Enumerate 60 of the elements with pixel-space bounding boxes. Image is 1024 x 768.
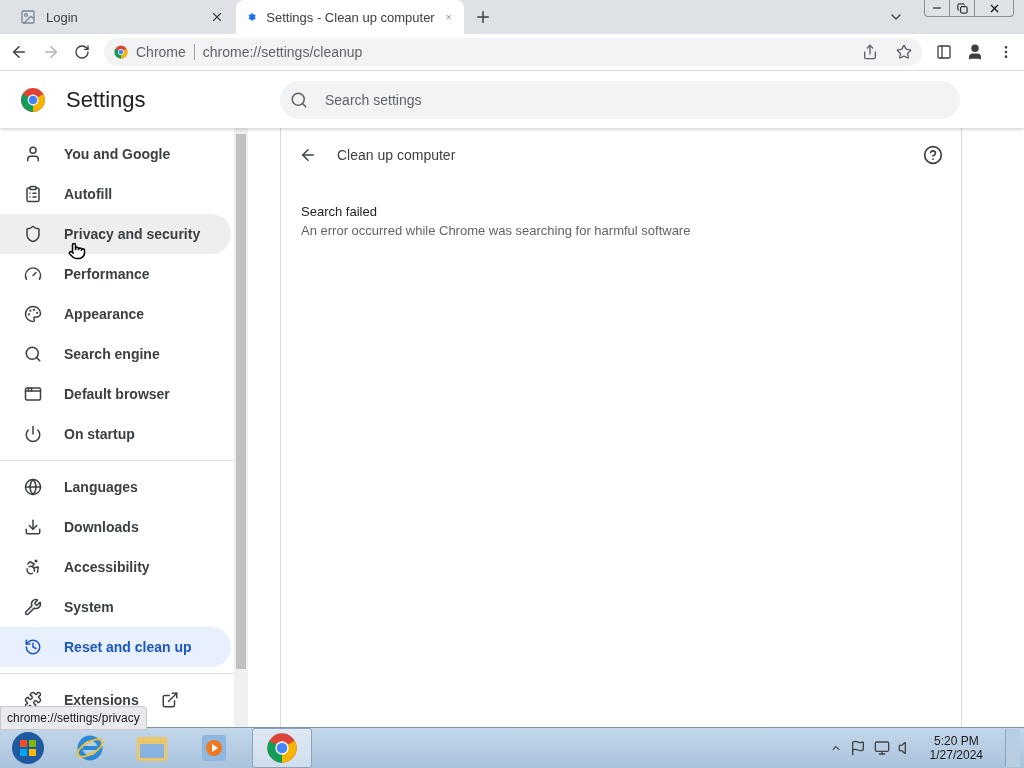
search-icon (24, 345, 42, 363)
close-icon[interactable] (210, 10, 224, 24)
globe-icon (24, 478, 42, 496)
sidebar-item[interactable]: Autofill (0, 174, 231, 214)
history-icon (24, 638, 42, 656)
status-tooltip: chrome://settings/privacy (0, 706, 147, 730)
palette-icon (24, 305, 42, 323)
browser-tab[interactable]: Settings - Clean up computer (236, 0, 464, 34)
sidebar-item[interactable]: On startup (0, 414, 231, 454)
sidebar-item[interactable]: Appearance (0, 294, 231, 334)
chrome-taskbar-button[interactable] (252, 728, 312, 768)
url-text: chrome://settings/cleanup (202, 44, 363, 60)
sidebar-item[interactable]: You and Google (0, 134, 231, 174)
gauge-icon (24, 265, 42, 283)
chrome-logo-icon (20, 86, 46, 113)
search-icon (290, 90, 308, 109)
wrench-icon (24, 598, 42, 616)
shield-icon (24, 225, 42, 243)
restore-icon (956, 2, 968, 14)
settings-title: Settings (66, 86, 147, 113)
sidebar-item[interactable]: Downloads (0, 507, 231, 547)
sidebar-item[interactable]: Languages (0, 467, 231, 507)
status-message: An error occurred while Chrome was searching for harmful software (301, 223, 692, 238)
clipboard-icon (24, 185, 42, 203)
scrollbar[interactable] (234, 128, 248, 727)
download-icon (24, 518, 42, 536)
page-icon (20, 9, 36, 25)
star-icon[interactable] (896, 44, 912, 60)
new-tab-icon[interactable] (474, 8, 492, 26)
sidebar-item[interactable]: Accessibility (0, 547, 231, 587)
window-icon (24, 385, 42, 403)
sidebar-item[interactable]: Performance (0, 254, 231, 294)
sidebar-item[interactable]: Search engine (0, 334, 231, 374)
page-title: Clean up computer (337, 147, 457, 163)
external-link-icon (160, 691, 179, 709)
back-icon[interactable] (299, 146, 317, 164)
site-label: Chrome (136, 44, 186, 60)
sidebar-item[interactable]: Default browser (0, 374, 231, 414)
sidebar-item[interactable]: Reset and clean up (0, 627, 231, 667)
browser-tab[interactable]: Login (8, 0, 236, 34)
reload-icon[interactable] (74, 44, 90, 60)
chrome-logo-icon (114, 45, 128, 59)
share-icon[interactable] (862, 44, 878, 60)
accessibility-icon (24, 558, 42, 576)
sidebar-item[interactable]: System (0, 587, 231, 627)
profile-icon[interactable] (966, 43, 984, 61)
address-bar[interactable]: Chrome chrome://settings/cleanup (104, 38, 922, 66)
side-panel-icon[interactable] (936, 44, 952, 60)
power-icon (24, 425, 42, 443)
person-icon (24, 145, 42, 163)
hand-cursor-icon (68, 242, 86, 260)
sidebar-item[interactable]: Privacy and security (0, 214, 231, 254)
flag-icon[interactable] (849, 740, 866, 756)
search-field[interactable]: Search settings (280, 80, 960, 119)
chrome-logo-icon (266, 732, 298, 764)
puzzle-icon (24, 691, 42, 709)
status-heading: Search failed (301, 204, 378, 219)
clock[interactable]: 5:20 PM 1/27/2024 (921, 734, 997, 762)
help-icon[interactable] (923, 145, 943, 165)
back-icon[interactable] (10, 43, 28, 61)
